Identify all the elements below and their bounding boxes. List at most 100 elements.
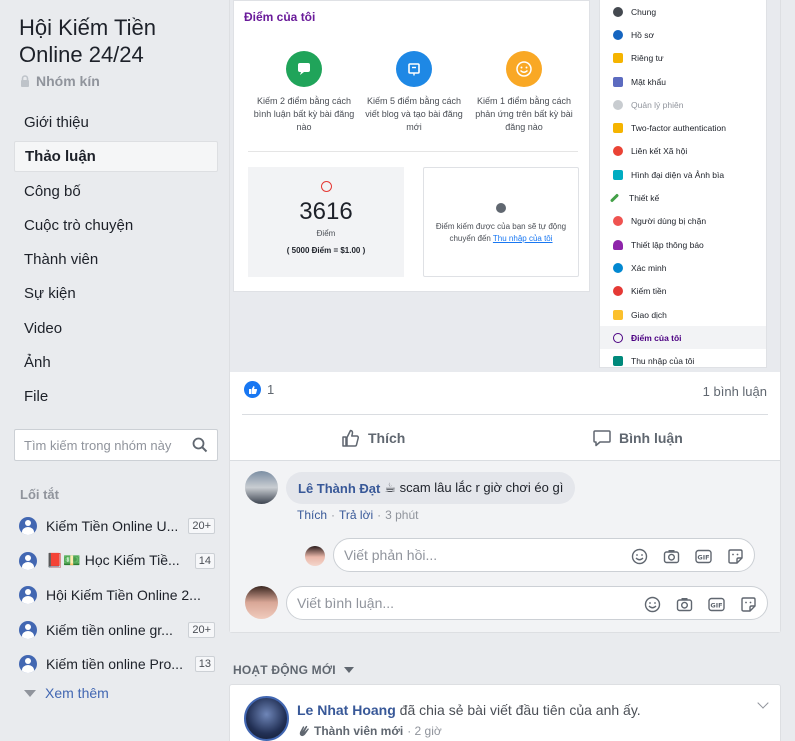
shortcut-item[interactable]: Kiếm tiền online gr... 20+ (19, 613, 215, 648)
menu-label: Người dùng bị chặn (631, 216, 707, 227)
camera-icon[interactable] (662, 547, 680, 565)
nav-item-events[interactable]: Sự kiện (14, 278, 218, 309)
reaction-summary[interactable]: 1 (244, 381, 274, 398)
search-icon[interactable] (192, 437, 208, 453)
my-earnings-link[interactable]: Thu nhập của tôi (493, 234, 553, 243)
group-title[interactable]: Hội Kiếm Tiền Online 24/24 (19, 14, 224, 68)
menu-item-privacy[interactable]: Riêng tư (600, 47, 766, 70)
sticker-icon[interactable] (726, 547, 744, 565)
menu-item-social-links[interactable]: Liên kết Xã hội (600, 140, 766, 163)
sticker-icon[interactable] (739, 595, 757, 613)
like-button[interactable]: Thích (341, 425, 405, 451)
activity-avatar[interactable] (244, 696, 289, 741)
session-icon (613, 99, 623, 110)
like-reaction-icon (244, 381, 261, 398)
nav-item-videos[interactable]: Video (14, 313, 218, 344)
menu-item-2fa[interactable]: Two-factor authentication (600, 116, 766, 139)
menu-item-my-earnings[interactable]: Thu nhập của tôi (600, 349, 766, 372)
nav-item-chats[interactable]: Cuộc trò chuyện (14, 210, 218, 241)
brush-icon (609, 193, 620, 203)
nav-item-photos[interactable]: Ảnh (14, 347, 218, 378)
nav-item-files[interactable]: File (14, 381, 218, 412)
menu-item-design[interactable]: Thiết kế (600, 186, 766, 209)
nav-item-members[interactable]: Thành viên (14, 244, 218, 275)
menu-label: Mật khẩu (631, 76, 666, 87)
points-info-box: Điểm kiếm được của bạn sẽ tự động chuyển… (423, 167, 579, 277)
gif-icon[interactable]: GIF (694, 547, 712, 565)
points-rate: ( 5000 Điểm = $1.00 ) (286, 246, 366, 255)
menu-item-notifications[interactable]: Thiết lập thông báo (600, 233, 766, 256)
emoji-icon[interactable] (643, 595, 661, 613)
nav-item-announcements[interactable]: Công bố (14, 176, 218, 207)
divider (242, 414, 768, 415)
see-more-link[interactable]: Xem thêm (24, 685, 109, 701)
points-panel: Điểm của tôi Kiếm 2 điểm bằng cách bình … (233, 0, 590, 292)
comment-bubble: Lê Thành Đạt ☕ scam lâu lắc r giờ chơi é… (286, 472, 576, 504)
people-icon (613, 286, 623, 297)
menu-item-sessions[interactable]: Quản lý phiên (600, 93, 766, 116)
menu-label: Giao dịch (631, 309, 667, 320)
menu-item-verification[interactable]: Xác minh (600, 256, 766, 279)
comment-input[interactable] (297, 595, 477, 611)
reply-box: GIF (333, 538, 755, 572)
comment-count[interactable]: 1 bình luận (703, 384, 767, 399)
shortcut-item[interactable]: Hội Kiếm Tiền Online 2... (19, 578, 215, 613)
commenter-avatar[interactable] (245, 471, 278, 504)
menu-item-blocked-users[interactable]: Người dùng bị chặn (600, 210, 766, 233)
group-search-input[interactable] (24, 437, 184, 453)
shortcut-label: Hội Kiếm Tiền Online 2... (46, 587, 201, 604)
menu-label: Điểm của tôi (631, 332, 682, 343)
points-info-text: Điểm kiếm được của bạn sẽ tự động chuyển… (430, 221, 572, 245)
blog-icon (396, 51, 432, 87)
shortcut-item[interactable]: 📕💵 Học Kiếm Tiề... 14 (19, 544, 215, 579)
earn-comment-text: Kiếm 2 điểm bằng cách bình luận bất kỳ b… (253, 96, 355, 132)
separator-dot: · (377, 508, 382, 522)
menu-label: Quản lý phiên (631, 99, 684, 110)
menu-item-transactions[interactable]: Giao dịch (600, 303, 766, 326)
shortcut-item[interactable]: Kiếm tiền online Pro... 13 (19, 647, 215, 682)
image-icon (613, 169, 623, 180)
menu-item-monetization[interactable]: Kiếm tiền (600, 280, 766, 303)
points-panel-title: Điểm của tôi (244, 10, 316, 24)
activity-time[interactable]: · 2 giờ (407, 724, 442, 738)
thumbs-up-icon (342, 429, 360, 447)
reply-input[interactable] (344, 547, 524, 563)
nav-item-discussion[interactable]: Thảo luận (14, 141, 218, 173)
menu-label: Liên kết Xã hội (631, 146, 688, 157)
comment-like-link[interactable]: Thích (297, 508, 327, 522)
comment-time[interactable]: 3 phút (385, 508, 418, 522)
emoji-icon[interactable] (630, 547, 648, 565)
group-privacy: Nhóm kín (20, 73, 100, 89)
recent-activity-heading[interactable]: HOẠT ĐỘNG MỚI (233, 663, 354, 677)
chevron-down-icon[interactable] (757, 697, 769, 709)
activity-user-name[interactable]: Le Nhat Hoang (297, 702, 396, 718)
menu-label: Hình đại diện và Ảnh bìa (631, 169, 725, 180)
menu-item-password[interactable]: Mật khẩu (600, 70, 766, 93)
comment-label: Bình luận (619, 430, 683, 446)
svg-text:GIF: GIF (710, 601, 722, 609)
svg-text:GIF: GIF (697, 553, 709, 561)
shortcut-badge: 13 (194, 656, 215, 673)
nav-item-about[interactable]: Giới thiệu (14, 107, 218, 138)
activity-meta: Thành viên mới · 2 giờ (297, 724, 442, 738)
comment-reply-link[interactable]: Trả lời (339, 508, 373, 522)
shortcut-badge: 14 (194, 552, 215, 569)
shortcut-item[interactable]: Kiếm Tiền Online U... 20+ (19, 509, 215, 544)
comment-button[interactable]: Bình luận (592, 425, 683, 451)
shortcut-label: Kiếm tiền online Pro... (46, 656, 183, 673)
menu-item-general[interactable]: Chung (600, 0, 766, 23)
menu-item-avatar-cover[interactable]: Hình đại diện và Ảnh bìa (600, 163, 766, 186)
points-total: 3616 (299, 198, 353, 225)
menu-item-my-points[interactable]: Điểm của tôi (600, 326, 766, 350)
gif-icon[interactable]: GIF (707, 595, 725, 613)
divider (248, 151, 578, 152)
menu-label: Riêng tư (631, 53, 664, 64)
gear-icon (613, 6, 623, 17)
comment-author[interactable]: Lê Thành Đạt (298, 481, 380, 496)
settings-menu: Chung Hồ sơ Riêng tư Mật khẩu Quản lý ph… (599, 0, 767, 368)
earnings-icon (613, 356, 623, 367)
menu-label: Kiếm tiền (631, 286, 667, 297)
menu-item-profile[interactable]: Hồ sơ (600, 23, 766, 46)
camera-icon[interactable] (675, 595, 693, 613)
post-image[interactable]: Điểm của tôi Kiếm 2 điểm bằng cách bình … (230, 0, 780, 372)
